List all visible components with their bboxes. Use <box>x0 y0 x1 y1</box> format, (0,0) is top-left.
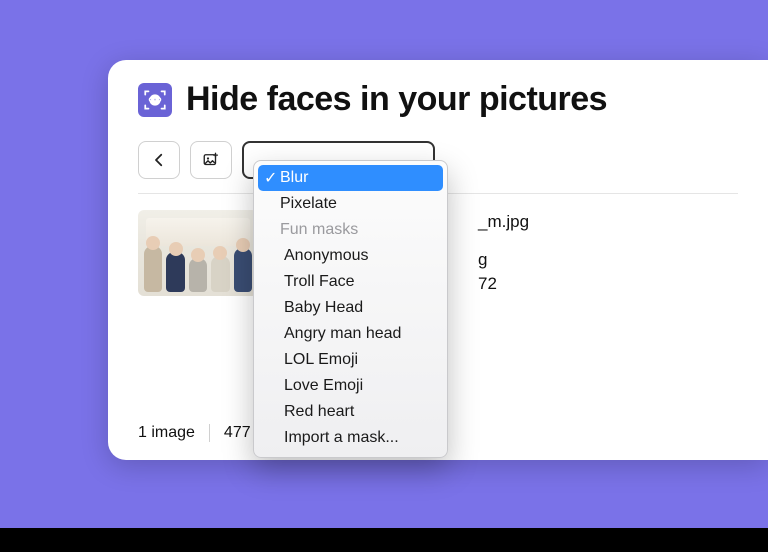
checkmark-icon: ✓ <box>264 168 277 188</box>
add-image-button[interactable] <box>190 141 232 179</box>
image-count: 1 image <box>138 424 195 442</box>
page-title: Hide faces in your pictures <box>186 80 607 119</box>
dropdown-item-lolemoji[interactable]: LOL Emoji <box>254 347 447 373</box>
dropdown-item-label: Troll Face <box>284 273 355 291</box>
status-bar: 1 image 477 <box>138 424 251 442</box>
dropdown-item-label: Import a mask... <box>284 429 399 447</box>
dropdown-item-label: Love Emoji <box>284 377 363 395</box>
file-info-line: g <box>478 248 529 272</box>
dropdown-item-loveemoji[interactable]: Love Emoji <box>254 373 447 399</box>
dropdown-item-angryman[interactable]: Angry man head <box>254 321 447 347</box>
dropdown-item-label: Red heart <box>284 403 354 421</box>
dropdown-item-label: Pixelate <box>280 195 337 213</box>
dropdown-group-header: Fun masks <box>254 217 447 243</box>
back-button[interactable] <box>138 141 180 179</box>
dropdown-item-label: Baby Head <box>284 299 363 317</box>
file-info-line: 72 <box>478 272 529 296</box>
dropdown-item-redheart[interactable]: Red heart <box>254 399 447 425</box>
image-thumbnail[interactable] <box>138 210 258 296</box>
dropdown-item-label: Blur <box>280 169 308 187</box>
dropdown-item-anonymous[interactable]: Anonymous <box>254 243 447 269</box>
dropdown-item-blur[interactable]: ✓ Blur <box>258 165 443 191</box>
dropdown-item-babyhead[interactable]: Baby Head <box>254 295 447 321</box>
effect-dropdown[interactable]: ✓ Blur Pixelate Fun masks Anonymous Trol… <box>253 160 448 458</box>
dropdown-item-trollface[interactable]: Troll Face <box>254 269 447 295</box>
image-plus-icon <box>202 151 220 169</box>
file-name: _m.jpg <box>478 210 529 234</box>
dropdown-item-label: LOL Emoji <box>284 351 358 369</box>
dropdown-item-label: Angry man head <box>284 325 401 343</box>
bottom-bar <box>0 528 768 552</box>
dropdown-item-pixelate[interactable]: Pixelate <box>254 191 447 217</box>
total-size: 477 <box>224 424 251 442</box>
dropdown-item-import[interactable]: Import a mask... <box>254 425 447 451</box>
chevron-left-icon <box>150 151 168 169</box>
app-logo-icon <box>138 83 172 117</box>
header: Hide faces in your pictures <box>138 80 738 119</box>
dropdown-item-label: Anonymous <box>284 247 369 265</box>
dropdown-item-label: Fun masks <box>280 221 358 239</box>
separator <box>209 424 210 442</box>
